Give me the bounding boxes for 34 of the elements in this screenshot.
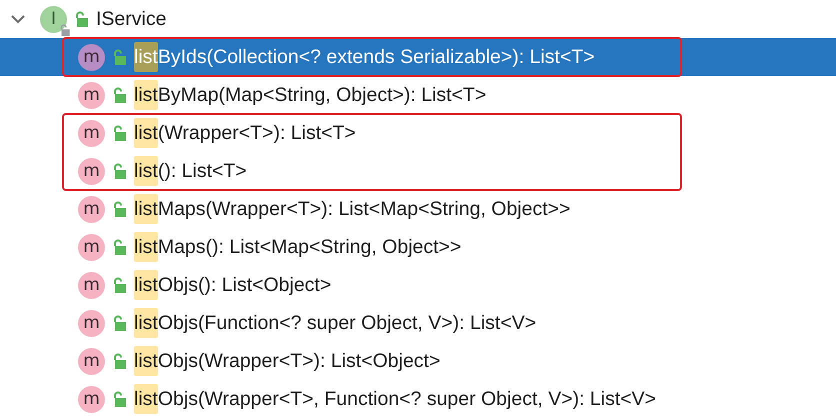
method-icon: m: [78, 310, 105, 336]
method-item[interactable]: m listObjs(Wrapper<T>, Function<? super Object, V>): List<V>: [0, 380, 836, 417]
open-lock-icon: [112, 87, 126, 103]
open-lock-icon: [74, 11, 88, 27]
method-item[interactable]: m listByIds(Collection<? extends Serializable>): List<T>: [0, 38, 836, 76]
method-icon: m: [78, 120, 105, 146]
method-item[interactable]: m listMaps(Wrapper<T>): List<Map<String, Object>>: [0, 190, 836, 228]
method-icon: m: [78, 234, 105, 260]
open-lock-icon: [112, 277, 126, 293]
method-item[interactable]: m listObjs(Function<? super Object, V>): List<V>: [0, 304, 836, 342]
open-lock-icon: [112, 391, 126, 407]
open-lock-icon: [112, 125, 126, 141]
method-icon: m: [78, 82, 105, 108]
open-lock-icon: [112, 239, 126, 255]
method-item[interactable]: m listObjs(): List<Object>: [0, 266, 836, 304]
method-item[interactable]: m listByMap(Map<String, Object>): List<T>: [0, 76, 836, 114]
open-lock-icon: [112, 201, 126, 217]
open-lock-icon: [112, 315, 126, 331]
method-item[interactable]: m listMaps(): List<Map<String, Object>>: [0, 228, 836, 266]
method-icon: m: [78, 158, 105, 184]
method-item[interactable]: m listObjs(Wrapper<T>): List<Object>: [0, 342, 836, 380]
method-icon: m: [78, 196, 105, 222]
method-icon: m: [78, 44, 105, 70]
open-lock-icon: [112, 163, 126, 179]
method-item[interactable]: m list(Wrapper<T>): List<T>: [0, 114, 836, 152]
method-icon: m: [78, 386, 105, 412]
interface-name: IService: [96, 8, 166, 30]
method-icon: m: [78, 272, 105, 298]
lock-icon: [59, 24, 70, 36]
tree-root-item[interactable]: I IService: [0, 0, 836, 38]
method-item[interactable]: m list(): List<T>: [0, 152, 836, 190]
open-lock-icon: [112, 353, 126, 369]
method-icon: m: [78, 348, 105, 374]
open-lock-icon: [112, 49, 126, 65]
